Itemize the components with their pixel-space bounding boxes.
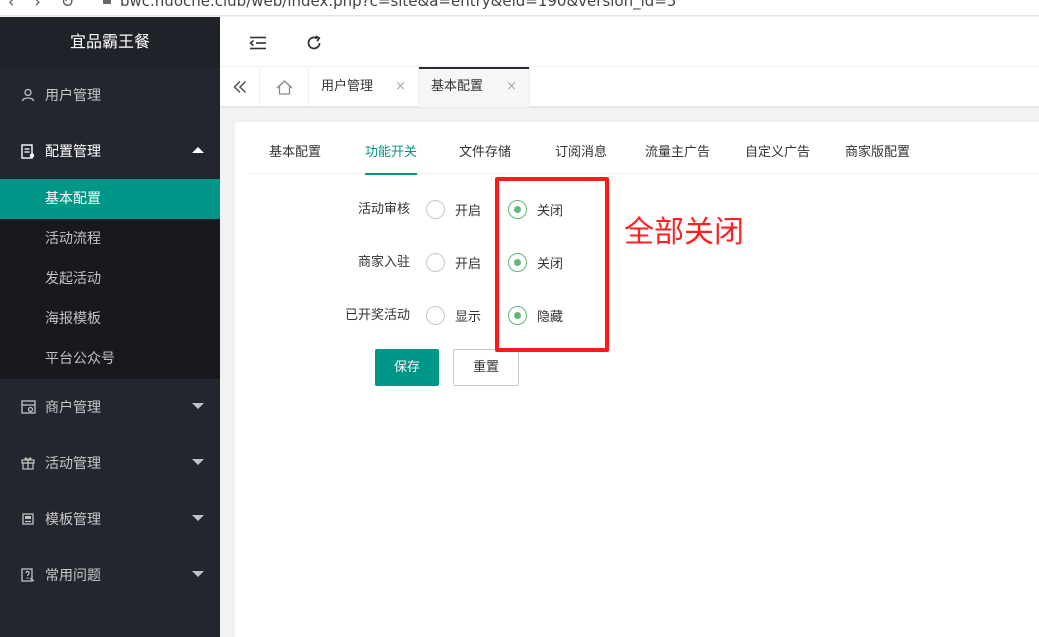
refresh-icon[interactable] (305, 34, 323, 52)
radio-drawn-activity-show[interactable]: 显示 (426, 306, 481, 325)
template-icon (20, 511, 36, 527)
browser-nav-icons[interactable]: ‹›↻ (8, 0, 94, 11)
submenu-item-basic-config[interactable]: 基本配置 (0, 179, 220, 219)
sidebar-item-label: 活动管理 (45, 456, 101, 472)
tab-label: 基本配置 (431, 79, 484, 94)
sidebar-item-activity-management[interactable]: 活动管理 (0, 435, 220, 491)
chevron-down-icon (192, 459, 204, 465)
sidebar-item-label: 配置管理 (45, 144, 101, 160)
sidebar-item-merchant-management[interactable]: 商户管理 (0, 379, 220, 435)
radio-circle (426, 306, 445, 325)
sidebar-item-label: 用户管理 (45, 88, 101, 104)
radio-label: 开启 (455, 204, 482, 219)
top-toolbar (220, 17, 1039, 67)
subtab-file-storage[interactable]: 文件存储 (459, 132, 511, 174)
browser-url[interactable]: bwc.huoche.club/web/index.php?c=site&a=e… (120, 0, 676, 10)
tab-basic-config[interactable]: 基本配置 × (419, 67, 530, 107)
browser-address-bar: ‹›↻ bwc.huoche.club/web/index.php?c=site… (0, 0, 1039, 16)
tab-user-management[interactable]: 用户管理 × (309, 67, 419, 107)
page-tab-bar: 用户管理 × 基本配置 × (220, 67, 1039, 107)
subtab-traffic-ads[interactable]: 流量主广告 (645, 132, 710, 174)
radio-label: 显示 (455, 310, 482, 325)
close-icon[interactable]: × (506, 67, 517, 107)
field-label: 活动审核 (357, 202, 410, 217)
sidebar-item-config-management[interactable]: 配置管理 (0, 123, 220, 179)
sidebar-item-label: 商户管理 (45, 400, 101, 416)
double-chevron-left-icon[interactable] (220, 67, 260, 107)
subtab-basic-config[interactable]: 基本配置 (269, 132, 321, 174)
tab-label: 用户管理 (321, 79, 374, 94)
subtab-custom-ads[interactable]: 自定义广告 (745, 132, 810, 174)
sidebar-item-label: 常用问题 (45, 568, 101, 584)
gift-icon (20, 455, 36, 471)
submenu-item-launch-activity[interactable]: 发起活动 (0, 259, 220, 299)
sidebar-item-user-management[interactable]: 用户管理 (0, 67, 220, 123)
config-icon (20, 143, 36, 159)
submenu-item-official-account[interactable]: 平台公众号 (0, 339, 220, 379)
chevron-up-icon (192, 147, 204, 153)
radio-activity-review-on[interactable]: 开启 (426, 200, 481, 219)
radio-label: 开启 (455, 257, 482, 272)
field-label: 商家入驻 (357, 255, 410, 270)
chevron-down-icon (192, 403, 204, 409)
faq-icon (20, 567, 36, 583)
sidebar-item-label: 模板管理 (45, 512, 101, 528)
subtab-subscribe-message[interactable]: 订阅消息 (555, 132, 607, 174)
menu-fold-icon[interactable] (249, 34, 267, 52)
save-button[interactable]: 保存 (375, 349, 439, 386)
home-icon[interactable] (261, 67, 309, 107)
radio-merchant-entry-on[interactable]: 开启 (426, 253, 481, 272)
reset-button[interactable]: 重置 (453, 349, 519, 386)
lock-icon (103, 0, 111, 4)
annotation-text: 全部关闭 (624, 215, 744, 250)
sidebar-item-faq[interactable]: 常用问题 (0, 547, 220, 603)
shop-icon (20, 399, 36, 415)
radio-circle (426, 200, 445, 219)
radio-circle (426, 253, 445, 272)
subtab-feature-switch[interactable]: 功能开关 (365, 132, 418, 175)
submenu-item-poster-template[interactable]: 海报模板 (0, 299, 220, 339)
sidebar: 宜品霸王餐 用户管理 配置管理 基本配置 活动流程 发起活动 海报模板 平台公众… (0, 17, 220, 637)
subtab-merchant-config[interactable]: 商家版配置 (845, 132, 910, 174)
sidebar-item-template-management[interactable]: 模板管理 (0, 491, 220, 547)
annotation-highlight-box (495, 177, 609, 352)
chevron-down-icon (192, 571, 204, 577)
close-icon[interactable]: × (395, 67, 406, 107)
field-label: 已开奖活动 (344, 308, 410, 323)
user-icon (20, 87, 36, 103)
config-sub-tabs: 基本配置 功能开关 文件存储 订阅消息 流量主广告 自定义广告 商家版配置 (249, 132, 1039, 175)
main-content-card: 基本配置 功能开关 文件存储 订阅消息 流量主广告 自定义广告 商家版配置 活动… (235, 122, 1039, 637)
config-submenu: 基本配置 活动流程 发起活动 海报模板 平台公众号 (0, 179, 220, 379)
brand-title: 宜品霸王餐 (0, 17, 220, 67)
chevron-down-icon (192, 515, 204, 521)
submenu-item-activity-flow[interactable]: 活动流程 (0, 219, 220, 259)
